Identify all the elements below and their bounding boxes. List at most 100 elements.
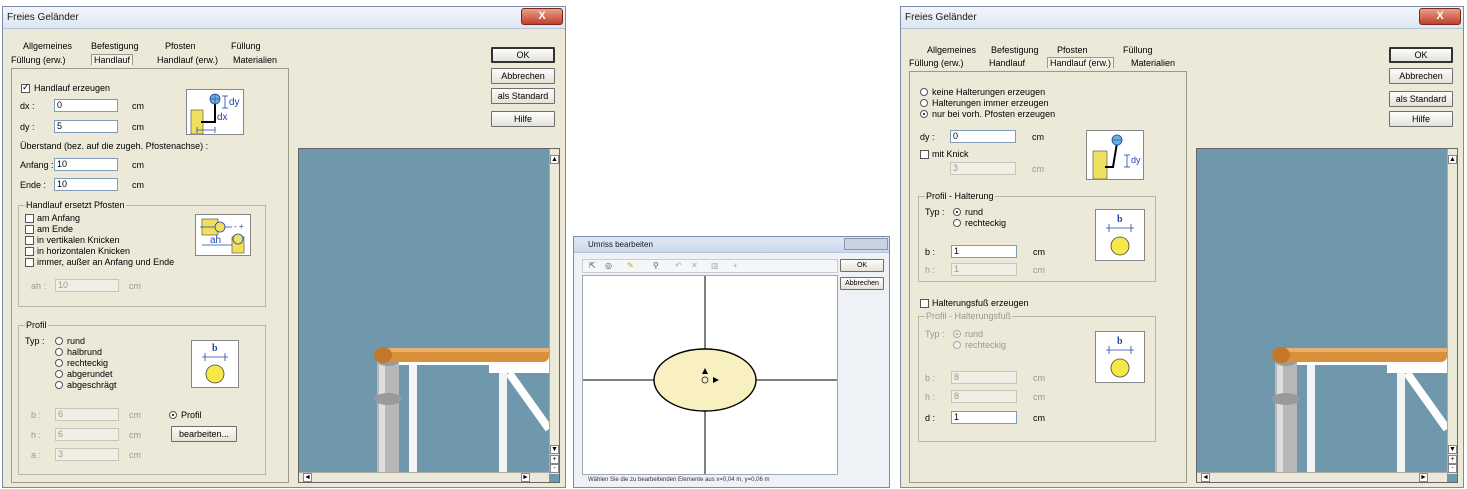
- zoom-plus-button-3[interactable]: +: [1448, 455, 1457, 464]
- title-bar[interactable]: Freies Geländer X: [3, 7, 565, 29]
- ersetzt-vertikal-checkbox[interactable]: [25, 236, 34, 245]
- typ-abgerundet-radio[interactable]: [55, 370, 63, 378]
- tab-fuellung[interactable]: Füllung: [231, 41, 261, 51]
- keine-halterungen-radio[interactable]: [920, 88, 928, 96]
- preview-horizontal-scrollbar-3[interactable]: ◄ ►: [1197, 472, 1447, 482]
- abbrechen-button[interactable]: Abbrechen: [491, 68, 555, 84]
- halterung-rechteckig-radio[interactable]: [953, 219, 961, 227]
- close-button-3[interactable]: X: [1419, 8, 1461, 25]
- ersetzt-am-ende-checkbox[interactable]: [25, 225, 34, 234]
- grid-icon[interactable]: ▥: [711, 261, 719, 270]
- typ-rund-radio[interactable]: [55, 337, 63, 345]
- scroll-left-button[interactable]: ◄: [303, 473, 312, 482]
- halterung-b-input[interactable]: 1: [951, 245, 1017, 258]
- target-icon[interactable]: ◎: [605, 261, 612, 270]
- typ-rechteckig-radio[interactable]: [55, 359, 63, 367]
- scroll-down-button[interactable]: ▼: [550, 445, 559, 454]
- outline-drawing: [583, 276, 837, 474]
- dy-input[interactable]: 5: [54, 120, 118, 133]
- umriss-window-title: Umriss bearbeiten: [588, 240, 653, 249]
- ah-input[interactable]: 10: [55, 279, 119, 292]
- tab-allgemeines[interactable]: Allgemeines: [23, 41, 72, 51]
- halterungen-immer-radio[interactable]: [920, 99, 928, 107]
- profil-radio[interactable]: [169, 411, 177, 419]
- umriss-close-button[interactable]: [844, 238, 888, 250]
- umriss-canvas[interactable]: [582, 275, 838, 475]
- fuss-h-input[interactable]: 8: [951, 390, 1017, 403]
- dx-input[interactable]: 0: [54, 99, 118, 112]
- typ-halbrund-radio[interactable]: [55, 348, 63, 356]
- tab-befestigung[interactable]: Befestigung: [91, 41, 139, 51]
- preview-vertical-scrollbar-3[interactable]: ▲ ▼ + -: [1447, 149, 1457, 474]
- close-button[interactable]: X: [521, 8, 563, 25]
- knick-input[interactable]: 3: [950, 162, 1016, 175]
- halterungsfuss-checkbox[interactable]: [920, 299, 929, 308]
- tab-fuellung-erw[interactable]: Füllung (erw.): [11, 55, 66, 65]
- profil-h-input[interactable]: 6: [55, 428, 119, 441]
- anfang-input[interactable]: 10: [54, 158, 118, 171]
- als-standard-button[interactable]: als Standard: [491, 88, 555, 104]
- halterung-h-input[interactable]: 1: [951, 263, 1017, 276]
- halterung-rund-radio[interactable]: [953, 208, 961, 216]
- typ-abgeschraegt-radio[interactable]: [55, 381, 63, 389]
- hilfe-button-3[interactable]: Hilfe: [1389, 111, 1453, 127]
- tab-handlauf-3[interactable]: Handlauf: [989, 58, 1025, 68]
- fuss-b-input[interactable]: 8: [951, 371, 1017, 384]
- ersetzt-horizontal-checkbox[interactable]: [25, 247, 34, 256]
- handlauf-erzeugen-checkbox[interactable]: [21, 82, 30, 93]
- pen-icon[interactable]: ✎: [627, 261, 634, 270]
- scroll-right-button[interactable]: ►: [521, 473, 530, 482]
- scroll-up-button[interactable]: ▲: [550, 155, 559, 164]
- scroll-down-button-3[interactable]: ▼: [1448, 445, 1457, 454]
- tab-fuellung-3[interactable]: Füllung: [1123, 45, 1153, 55]
- profil-b-input[interactable]: 6: [55, 408, 119, 421]
- zoom-minus-button[interactable]: -: [550, 464, 559, 473]
- fuss-rechteckig-radio[interactable]: [953, 341, 961, 349]
- tab-fuellung-erw-3[interactable]: Füllung (erw.): [909, 58, 964, 68]
- pointer-icon[interactable]: ⇱: [589, 261, 596, 270]
- ok-button[interactable]: OK: [491, 47, 555, 63]
- tab-handlauf-erw-3[interactable]: Handlauf (erw.): [1047, 57, 1115, 68]
- zoom-minus-button-3[interactable]: -: [1448, 464, 1457, 473]
- preview-vertical-scrollbar[interactable]: ▲ ▼ + -: [549, 149, 559, 474]
- crosshair-icon[interactable]: +: [733, 261, 738, 270]
- tab-materialien[interactable]: Materialien: [233, 55, 277, 65]
- umriss-title-bar[interactable]: Umriss bearbeiten: [574, 237, 889, 253]
- mit-knick-checkbox[interactable]: [920, 150, 929, 159]
- profil-a-input[interactable]: 3: [55, 448, 119, 461]
- tab-handlauf[interactable]: Handlauf: [91, 54, 134, 65]
- tab-pfosten[interactable]: Pfosten: [165, 41, 196, 51]
- hilfe-button[interactable]: Hilfe: [491, 111, 555, 127]
- umriss-ok-button[interactable]: OK: [840, 259, 884, 272]
- ersetzt-am-anfang-checkbox[interactable]: [25, 214, 34, 223]
- undo-icon[interactable]: ↶: [675, 261, 682, 270]
- nur-bei-pfosten-radio[interactable]: [920, 110, 928, 118]
- tab-allgemeines-3[interactable]: Allgemeines: [927, 45, 976, 55]
- als-standard-button-3[interactable]: als Standard: [1389, 91, 1453, 107]
- tab-befestigung-3[interactable]: Befestigung: [991, 45, 1039, 55]
- scroll-left-button-3[interactable]: ◄: [1201, 473, 1210, 482]
- delete-icon[interactable]: ✕: [691, 261, 698, 270]
- scroll-up-button-3[interactable]: ▲: [1448, 155, 1457, 164]
- 3d-preview-3[interactable]: ▲ ▼ + - ◄ ►: [1196, 148, 1458, 483]
- umriss-abbrechen-button[interactable]: Abbrechen: [840, 277, 884, 290]
- preview-horizontal-scrollbar[interactable]: ◄ ►: [299, 472, 549, 482]
- tab-pfosten-3[interactable]: Pfosten: [1057, 45, 1088, 55]
- halterung-dy-input[interactable]: 0: [950, 130, 1016, 143]
- fuss-d-input[interactable]: 1: [951, 411, 1017, 424]
- zoom-icon[interactable]: ⚲: [653, 261, 659, 270]
- zoom-plus-button[interactable]: +: [550, 455, 559, 464]
- title-bar-3[interactable]: Freies Geländer X: [901, 7, 1463, 29]
- abbrechen-button-3[interactable]: Abbrechen: [1389, 68, 1453, 84]
- tab-handlauf-erw[interactable]: Handlauf (erw.): [157, 55, 218, 65]
- scroll-right-button-3[interactable]: ►: [1419, 473, 1428, 482]
- tab-materialien-3[interactable]: Materialien: [1131, 58, 1175, 68]
- fuss-rund-radio[interactable]: [953, 330, 961, 338]
- halterung-b-diagram: b: [1095, 209, 1145, 261]
- ende-input[interactable]: 10: [54, 178, 118, 191]
- bearbeiten-button[interactable]: bearbeiten...: [171, 426, 237, 442]
- ersetzt-immer-checkbox[interactable]: [25, 258, 34, 267]
- ok-button-3[interactable]: OK: [1389, 47, 1453, 63]
- typ-abgerundet-label: abgerundet: [67, 369, 113, 379]
- 3d-preview[interactable]: ▲ ▼ + - ◄ ►: [298, 148, 560, 483]
